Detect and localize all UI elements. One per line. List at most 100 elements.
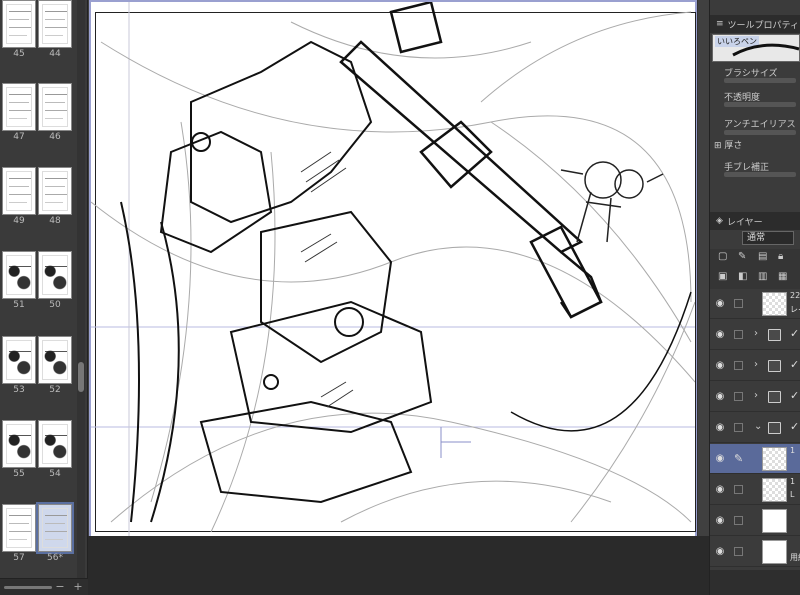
new-vector-layer-icon[interactable]: ✎ [738, 251, 746, 262]
page-number: 54 [49, 469, 61, 479]
folder-expand-chevron-icon[interactable]: › [754, 359, 758, 370]
blend-mode-select[interactable]: 通常 [742, 231, 794, 245]
page-thumbnail[interactable] [2, 504, 36, 552]
page-content-preview [6, 171, 32, 211]
eye-icon[interactable]: ◉ [714, 515, 726, 527]
canvas-vertical-scrollbar[interactable] [697, 0, 709, 536]
navigator-footer: − + [0, 578, 88, 595]
zoom-out-button[interactable]: − [54, 580, 66, 593]
layer-lock-checkbox[interactable] [734, 392, 743, 401]
layer-panel-title: レイヤー [726, 217, 763, 228]
antialias-slider[interactable] [724, 130, 796, 135]
trash-icon[interactable]: ▦ [778, 271, 787, 282]
layer-thumbnail [762, 540, 787, 564]
canvas-page[interactable] [89, 0, 697, 540]
brush-preset-preview[interactable]: いいろペン [712, 34, 800, 62]
layer-lock-checkbox[interactable] [734, 485, 743, 494]
page-thumbnail[interactable] [36, 502, 74, 554]
layer-lock-checkbox[interactable] [734, 516, 743, 525]
page-thumbnail[interactable] [38, 83, 72, 131]
canvas-area[interactable] [88, 0, 709, 595]
page-thumbnail[interactable] [38, 0, 72, 48]
eye-icon[interactable]: ◉ [714, 360, 726, 372]
page-number: 55 [13, 469, 25, 479]
tool-property-title: ツールプロパティ [727, 20, 800, 31]
page-spread[interactable]: 45 44 [0, 0, 76, 86]
brush-size-slider[interactable] [724, 78, 796, 83]
eye-icon[interactable]: ◉ [714, 329, 726, 341]
checkmark-icon: ✓ [790, 327, 800, 340]
layer-row[interactable]: ◉ [710, 506, 800, 536]
page-number: 48 [49, 216, 61, 226]
page-thumbnail[interactable] [2, 0, 36, 48]
mask-icon[interactable]: ▥ [758, 271, 767, 282]
eye-icon[interactable]: ◉ [714, 298, 726, 310]
layer-subtitle: レイ [790, 305, 800, 314]
layer-row[interactable]: ◉ › ✓ [710, 320, 800, 350]
page-thumbnail[interactable] [38, 336, 72, 384]
layer-thumbnail [762, 292, 787, 316]
layer-lock-checkbox[interactable] [734, 330, 743, 339]
new-raster-layer-icon[interactable]: ▢ [718, 251, 727, 262]
page-content-preview [42, 340, 68, 380]
page-number: 53 [13, 385, 25, 395]
eye-icon[interactable]: ◉ [714, 422, 726, 434]
stabilization-slider[interactable] [724, 172, 796, 177]
layer-row[interactable]: ◉ 1 L [710, 475, 800, 505]
layer-list: ◉ 22 % レイ ◉ › ✓ ◉ › ✓ ◉ › ✓ ◉ ⌄ ✓ ◉ ✎ 1 ◉ 1 L ◉ ◉ 用紙 [710, 289, 800, 570]
page-thumbnail[interactable] [2, 336, 36, 384]
thumbnail-zoom-slider[interactable] [4, 586, 52, 589]
page-spread[interactable]: 49 48 [0, 167, 76, 253]
eye-icon[interactable]: ◉ [714, 391, 726, 403]
opacity-slider[interactable] [724, 102, 796, 107]
page-number: 56* [47, 553, 63, 563]
reference-layer-icon[interactable]: ◧ [738, 271, 747, 282]
eye-icon[interactable]: ◉ [714, 484, 726, 496]
navigator-scrollbar[interactable] [77, 0, 85, 578]
eye-icon[interactable]: ◉ [714, 453, 726, 465]
layer-lock-checkbox[interactable] [734, 299, 743, 308]
folder-expand-chevron-icon[interactable]: › [754, 390, 758, 401]
page-spread[interactable]: 53 52 [0, 336, 76, 422]
eye-icon[interactable]: ◉ [714, 546, 726, 558]
page-spread[interactable]: 51 50 [0, 251, 76, 337]
navigator-scroll-thumb[interactable] [78, 362, 84, 392]
page-content-preview [6, 87, 32, 127]
page-thumbnail[interactable] [38, 167, 72, 215]
page-thumbnail[interactable] [38, 420, 72, 468]
layer-row[interactable]: ◉ 用紙 [710, 537, 800, 567]
folder-expand-chevron-icon[interactable]: › [754, 328, 758, 339]
lock-icon[interactable]: 🔒︎ [778, 251, 783, 262]
page-spread[interactable]: 57 56* [0, 502, 76, 578]
page-number: 50 [49, 300, 61, 310]
folder-icon [768, 422, 781, 434]
page-content-preview [6, 255, 32, 295]
page-spread[interactable]: 47 46 [0, 83, 76, 169]
layer-row[interactable]: ◉ ⌄ ✓ [710, 413, 800, 443]
new-folder-icon[interactable]: ▤ [758, 251, 767, 262]
zoom-in-button[interactable]: + [72, 580, 84, 593]
page-content-preview [6, 4, 32, 44]
right-panel-dock: ≡ ツールプロパティ いいろペン ブラシサイズ 不透明度 アンチエイリアス ⊞ … [709, 0, 800, 595]
page-thumbnail[interactable] [2, 167, 36, 215]
folder-expand-chevron-icon[interactable]: ⌄ [754, 421, 762, 432]
layer-row[interactable]: ◉ ✎ 1 [710, 444, 800, 474]
page-content-preview [42, 424, 68, 464]
layer-lock-checkbox[interactable] [734, 547, 743, 556]
layer-lock-checkbox[interactable] [734, 423, 743, 432]
page-thumbnail-list[interactable]: 45 44 47 46 49 48 51 50 53 52 55 54 57 56* [0, 0, 76, 578]
layer-row[interactable]: ◉ › ✓ [710, 382, 800, 412]
page-thumbnail[interactable] [38, 251, 72, 299]
page-spread[interactable]: 55 54 [0, 420, 76, 506]
layer-row[interactable]: ◉ 22 % レイ [710, 289, 800, 319]
page-thumbnail[interactable] [2, 251, 36, 299]
layer-row[interactable]: ◉ › ✓ [710, 351, 800, 381]
expand-plus-icon[interactable]: ⊞ [714, 141, 722, 151]
page-thumbnail[interactable] [2, 83, 36, 131]
page-thumbnail[interactable] [2, 420, 36, 468]
tool-property-header[interactable]: ≡ ツールプロパティ [710, 15, 800, 33]
clip-layer-icon[interactable]: ▣ [718, 271, 727, 282]
layer-panel-header[interactable]: ◈ レイヤー [710, 212, 800, 230]
layer-lock-checkbox[interactable] [734, 361, 743, 370]
sketch-artwork [91, 2, 695, 538]
